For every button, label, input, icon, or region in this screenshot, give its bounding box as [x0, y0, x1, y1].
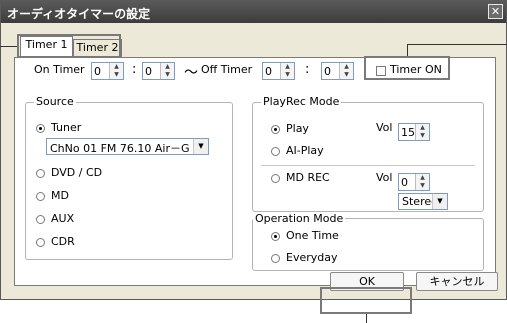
stereo-select[interactable]: Stereo ▼ [398, 193, 448, 210]
chevron-down-icon[interactable]: ▼ [432, 194, 447, 209]
ok-highlight [320, 287, 412, 314]
tuner-station-value: ChNo 01 FM 76.10 Air－G' [50, 142, 190, 155]
off-hour-value: 0 [265, 65, 272, 78]
cancel-button[interactable]: キャンセル [416, 272, 498, 291]
radio-dvd-cd-label: DVD / CD [51, 166, 103, 179]
source-group: Source Tuner ChNo 01 FM 76.10 Air－G' ▼ D… [25, 95, 233, 260]
title-bar[interactable]: オーディオタイマーの設定 ✕ [1, 1, 506, 23]
time-separator: : [132, 62, 137, 77]
radio-tuner-label: Tuner [51, 121, 82, 134]
operation-group-title: Operation Mode [253, 212, 346, 225]
spin-up-icon[interactable]: ▲ [340, 63, 353, 71]
off-min-value: 0 [324, 65, 331, 78]
play-vol-value: 15 [401, 126, 415, 139]
off-hour-spinner[interactable]: 0 ▲ ▼ [262, 62, 295, 80]
spin-up-icon[interactable]: ▲ [161, 63, 174, 71]
radio-aux-label: AUX [51, 212, 75, 225]
ok-callout-line [366, 314, 367, 323]
radio-tuner[interactable] [36, 124, 45, 133]
md-vol-spinner[interactable]: 0 ▲ ▼ [398, 173, 430, 191]
playrec-divider [261, 165, 475, 166]
chevron-down-icon[interactable]: ▼ [193, 139, 208, 154]
tabs-highlight [17, 34, 121, 58]
off-timer-label: Off Timer [201, 63, 253, 76]
spin-up-icon[interactable]: ▲ [416, 174, 429, 182]
radio-md-label: MD [51, 189, 69, 202]
radio-one-time[interactable] [271, 232, 280, 241]
on-timer-label: On Timer [34, 63, 85, 76]
timer-on-highlight [364, 56, 450, 80]
tab-panel: On Timer 0 ▲ ▼ : 0 ▲ ▼ ～ Off Timer 0 ▲ ▼… [14, 57, 496, 286]
vol-label: Vol [376, 121, 393, 134]
radio-aux[interactable] [36, 215, 45, 224]
on-min-spinner[interactable]: 0 ▲ ▼ [142, 62, 175, 80]
radio-dvd-cd[interactable] [36, 169, 45, 178]
radio-play[interactable] [271, 125, 280, 134]
range-tilde: ～ [184, 65, 198, 81]
radio-md[interactable] [36, 192, 45, 201]
on-hour-spinner[interactable]: 0 ▲ ▼ [91, 62, 124, 80]
timer-on-callout-stem [407, 44, 408, 56]
radio-one-time-label: One Time [286, 229, 339, 242]
radio-play-label: Play [286, 122, 309, 135]
md-vol-value: 0 [401, 176, 408, 189]
spin-up-icon[interactable]: ▲ [110, 63, 123, 71]
radio-ai-play[interactable] [271, 147, 280, 156]
spin-down-icon[interactable]: ▼ [416, 132, 429, 140]
radio-cdr[interactable] [36, 238, 45, 247]
off-min-spinner[interactable]: 0 ▲ ▼ [321, 62, 354, 80]
radio-everyday[interactable] [271, 254, 280, 263]
timer-on-callout-line [407, 44, 507, 45]
on-min-value: 0 [145, 65, 152, 78]
radio-cdr-label: CDR [51, 235, 75, 248]
close-icon[interactable]: ✕ [488, 4, 503, 19]
tuner-station-select[interactable]: ChNo 01 FM 76.10 Air－G' ▼ [46, 138, 209, 155]
radio-ai-play-label: AI-Play [286, 144, 324, 157]
spin-up-icon[interactable]: ▲ [281, 63, 294, 71]
radio-everyday-label: Everyday [286, 251, 338, 264]
playrec-group: PlayRec Mode Play Vol 15 ▲ ▼ AI-Play MD … [252, 95, 484, 212]
radio-md-rec-label: MD REC [286, 171, 330, 184]
radio-md-rec[interactable] [271, 174, 280, 183]
window-title: オーディオタイマーの設定 [7, 7, 151, 21]
spin-down-icon[interactable]: ▼ [416, 182, 429, 190]
spin-down-icon[interactable]: ▼ [340, 71, 353, 79]
operation-group: Operation Mode One Time Everyday [252, 212, 484, 271]
play-vol-spinner[interactable]: 15 ▲ ▼ [398, 123, 430, 141]
source-group-title: Source [34, 95, 76, 108]
spin-down-icon[interactable]: ▼ [161, 71, 174, 79]
spin-down-icon[interactable]: ▼ [281, 71, 294, 79]
playrec-group-title: PlayRec Mode [261, 95, 342, 108]
tabs-callout-line [0, 46, 17, 47]
spin-down-icon[interactable]: ▼ [110, 71, 123, 79]
spin-up-icon[interactable]: ▲ [416, 124, 429, 132]
md-vol-label: Vol [376, 171, 393, 184]
time-separator: : [305, 62, 310, 77]
on-hour-value: 0 [94, 65, 101, 78]
